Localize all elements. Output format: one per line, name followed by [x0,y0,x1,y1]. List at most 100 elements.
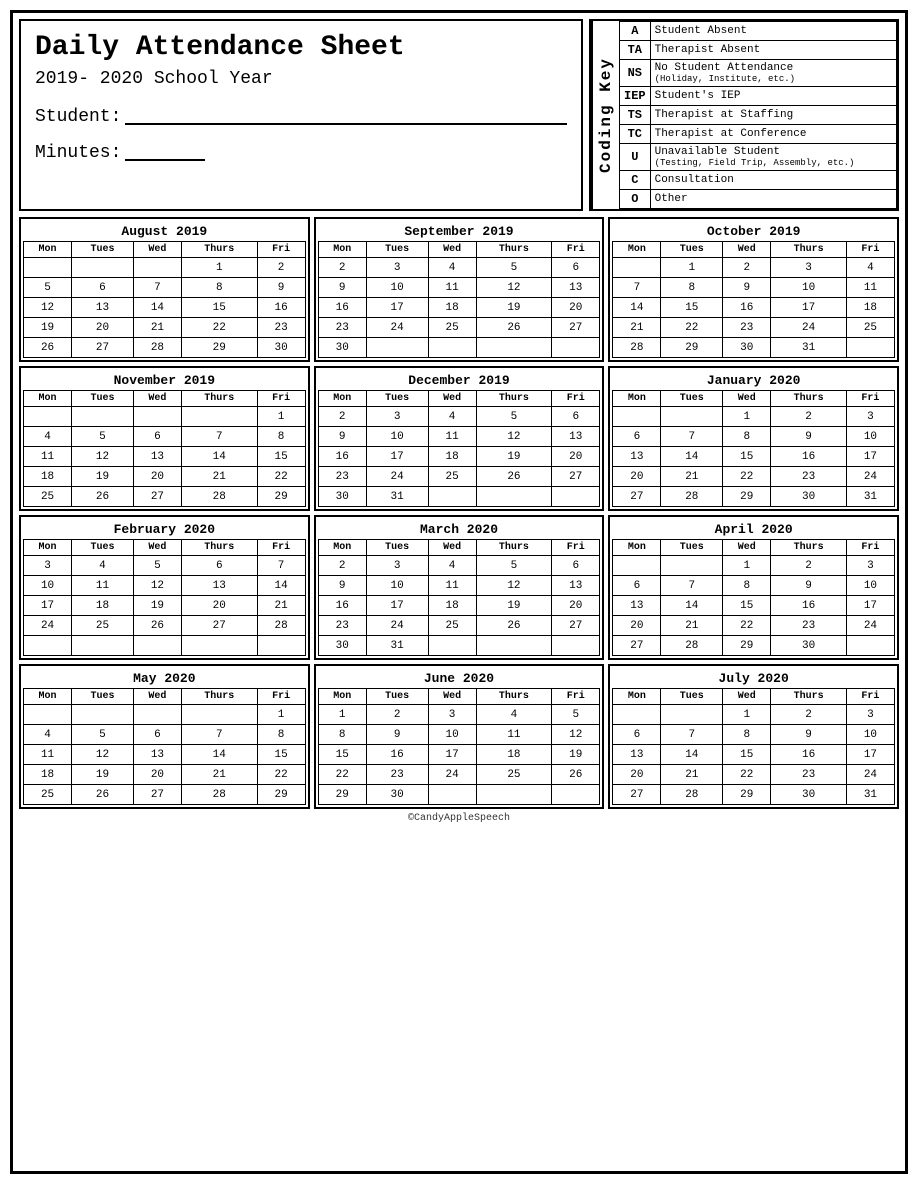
calendar-day-cell: 3 [24,556,72,576]
calendar-day-cell: 20 [552,447,600,467]
page-title: Daily Attendance Sheet [35,31,567,65]
calendar-day-cell: 9 [723,278,771,298]
calendar-day-cell: 16 [723,298,771,318]
calendar-day-header: Tues [661,242,723,258]
calendar-day-cell: 23 [318,318,366,338]
calendar-month-title: June 2020 [318,668,601,688]
calendar-week-row: 1617181920 [318,298,600,318]
calendar-day-cell [24,636,72,656]
calendar-day-cell: 5 [476,407,552,427]
calendar-month-title: May 2020 [23,668,306,688]
calendar-day-cell: 5 [72,725,134,745]
calendar-box: April 2020MonTuesWedThursFri123678910131… [608,515,899,660]
calendar-day-header: Mon [613,391,661,407]
calendar-day-cell: 13 [552,427,600,447]
calendar-day-header: Mon [613,689,661,705]
calendar-day-cell: 20 [552,596,600,616]
calendar-week-row: 2021222324 [613,616,895,636]
calendar-day-cell: 6 [613,725,661,745]
calendar-day-cell: 6 [613,576,661,596]
calendar-day-header: Fri [257,242,305,258]
calendar-day-cell: 14 [613,298,661,318]
calendar-day-header: Mon [24,540,72,556]
calendar-table: MonTuesWedThursFri1236789101314151617202… [612,539,895,656]
calendar-week-row: 2122232425 [613,318,895,338]
calendar-day-cell: 31 [366,487,428,507]
calendar-day-header: Tues [72,391,134,407]
calendar-day-header: Tues [661,540,723,556]
calendar-day-cell: 22 [661,318,723,338]
calendar-day-cell: 28 [613,338,661,358]
calendar-day-header: Fri [552,391,600,407]
calendar-day-cell: 10 [366,278,428,298]
calendar-day-cell: 9 [366,725,428,745]
calendar-day-cell: 18 [846,298,894,318]
calendar-day-cell: 4 [72,556,134,576]
calendar-day-cell: 8 [661,278,723,298]
calendar-day-header: Mon [318,540,366,556]
calendar-day-cell: 12 [72,745,134,765]
calendar-day-header: Wed [428,689,476,705]
calendar-day-cell: 29 [257,487,305,507]
calendar-week-row: 123 [613,407,895,427]
calendar-day-cell: 6 [552,407,600,427]
calendar-day-cell: 10 [846,576,894,596]
calendar-day-cell: 12 [72,447,134,467]
coding-key-row: IEPStudent's IEP [620,87,897,106]
calendar-day-cell [133,705,181,725]
calendar-day-cell: 28 [133,338,181,358]
calendar-day-cell: 10 [366,576,428,596]
coding-key-description: Student Absent [650,22,896,41]
calendar-table: MonTuesWedThursFri2345691011121316171819… [318,241,601,358]
calendar-day-header: Mon [318,391,366,407]
calendar-table: MonTuesWedThursFri1236789101314151617202… [612,688,895,805]
calendar-day-cell: 23 [257,318,305,338]
calendar-day-cell [476,785,552,805]
calendar-day-cell: 20 [613,616,661,636]
calendar-day-cell: 24 [366,467,428,487]
calendar-day-cell: 30 [318,636,366,656]
calendar-day-cell: 26 [133,616,181,636]
calendar-day-cell: 1 [257,407,305,427]
calendar-day-cell: 4 [846,258,894,278]
calendar-day-cell [846,338,894,358]
calendar-day-cell: 18 [72,596,134,616]
calendar-table: MonTuesWedThursFri2345691011121316171819… [318,539,601,656]
calendar-day-header: Tues [661,689,723,705]
calendar-day-cell: 12 [133,576,181,596]
calendar-day-cell: 15 [318,745,366,765]
calendar-day-cell: 20 [133,467,181,487]
calendar-day-cell [72,705,134,725]
calendar-day-header: Mon [24,391,72,407]
calendar-day-cell [133,407,181,427]
calendar-day-cell: 7 [181,725,257,745]
calendar-day-header: Wed [723,391,771,407]
calendar-day-header: Fri [257,540,305,556]
calendar-day-cell [613,407,661,427]
calendar-day-cell: 3 [771,258,847,278]
calendar-table: MonTuesWedThursFri1236789101314151617202… [612,390,895,507]
calendar-day-cell: 7 [257,556,305,576]
footer-text: ©CandyAppleSpeech [19,813,899,824]
calendar-week-row: 56789 [24,278,306,298]
calendar-day-cell: 18 [428,596,476,616]
calendar-day-cell: 27 [133,785,181,805]
calendar-week-row: 910111213 [318,427,600,447]
calendar-day-cell: 13 [613,745,661,765]
calendar-day-cell: 27 [181,616,257,636]
calendar-day-cell: 31 [366,636,428,656]
calendar-day-cell [613,705,661,725]
calendar-week-row: 1617181920 [318,596,600,616]
calendar-day-cell: 2 [318,407,366,427]
calendar-day-header: Thurs [771,540,847,556]
calendar-day-header: Fri [846,540,894,556]
calendar-day-cell: 8 [318,725,366,745]
calendar-week-row: 2425262728 [24,616,306,636]
calendar-day-cell [476,636,552,656]
calendar-day-cell: 29 [723,785,771,805]
calendar-day-cell: 24 [428,765,476,785]
calendar-day-header: Wed [133,242,181,258]
calendar-day-cell: 23 [723,318,771,338]
calendar-day-cell: 2 [771,705,847,725]
calendar-day-header: Wed [133,540,181,556]
